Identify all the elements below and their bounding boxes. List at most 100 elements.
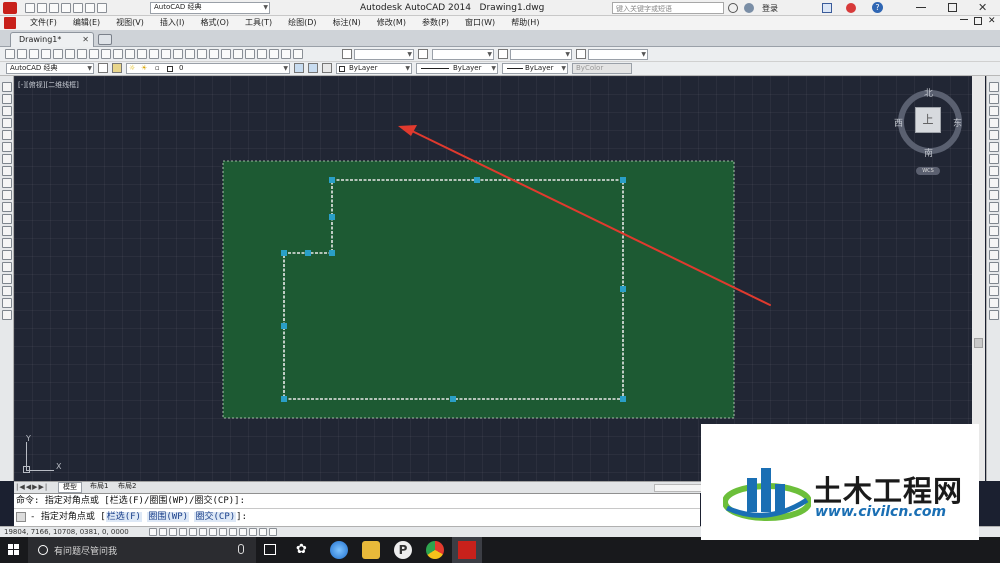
windows-start-icon[interactable] [8,544,20,556]
tab-layout2[interactable]: 布局2 [114,482,140,493]
hatch-icon[interactable] [2,250,12,260]
new-tab-icon[interactable] [98,34,112,45]
open-icon[interactable] [37,3,47,13]
workspace-switcher[interactable]: AutoCAD 经典 ▼ [150,2,270,14]
menu-tools[interactable]: 工具(T) [237,16,280,30]
table-icon[interactable] [2,286,12,296]
vertical-scrollbar[interactable] [972,76,985,481]
qnew-icon[interactable] [5,49,15,59]
layout-nav-arrows[interactable]: |◀◀▶▶| [16,483,48,491]
erase-icon[interactable] [989,82,999,92]
grip[interactable] [281,323,287,329]
circle-icon[interactable] [2,154,12,164]
make-current-layer-icon[interactable] [294,63,304,73]
sc-icon[interactable] [269,528,277,536]
explode-icon[interactable] [989,262,999,272]
layer-previous-icon[interactable] [308,63,318,73]
grip[interactable] [474,177,480,183]
rotate-icon[interactable] [989,154,999,164]
join-icon[interactable] [989,226,999,236]
point-icon[interactable] [2,238,12,248]
ellipse-icon[interactable] [2,190,12,200]
menu-file[interactable]: 文件(F) [22,16,65,30]
grip[interactable] [620,177,626,183]
task-view-icon[interactable] [264,544,276,555]
stretch-icon[interactable] [989,178,999,188]
command-input[interactable]: - 指定对角点或 [栏选(F) 圈围(WP) 圈交(CP)]: [14,509,700,526]
menu-insert[interactable]: 插入(I) [152,16,193,30]
extend-icon[interactable] [989,202,999,212]
browser-globe-icon[interactable] [330,541,348,559]
group-icon[interactable] [989,286,999,296]
menu-parametric[interactable]: 参数(P) [414,16,457,30]
menu-edit[interactable]: 编辑(E) [65,16,108,30]
viewcube-east[interactable]: 东 [953,116,962,129]
region-icon[interactable] [2,274,12,284]
undo-tb-icon[interactable] [149,49,159,59]
linetype-select[interactable]: ByLayer ▼ [416,63,498,74]
exchange-icon[interactable] [822,3,832,13]
menu-modify[interactable]: 修改(M) [369,16,414,30]
save-icon[interactable] [49,3,59,13]
rectangle-icon[interactable] [2,130,12,140]
saveas-icon[interactable] [61,3,71,13]
command-options-icon[interactable] [16,512,26,522]
break-icon[interactable] [989,214,999,224]
redo-icon[interactable] [97,3,107,13]
draworder-icon[interactable] [989,274,999,284]
otrack-icon[interactable] [209,528,217,536]
grip[interactable] [450,396,456,402]
chrome-icon[interactable] [426,541,444,559]
new-icon[interactable] [25,3,35,13]
3d-dwf-icon[interactable] [77,49,87,59]
help-search-input[interactable]: 键入关键字或短语 [612,2,724,14]
line-icon[interactable] [2,82,12,92]
workspace-select[interactable]: AutoCAD 经典 ▼ [6,63,94,74]
redo-tb-icon[interactable] [161,49,171,59]
scale-icon[interactable] [989,166,999,176]
layer-state-icon[interactable] [322,63,332,73]
menu-view[interactable]: 视图(V) [108,16,152,30]
search-icon[interactable] [728,3,738,13]
open-file-icon[interactable] [17,49,27,59]
prompt-option-wpolygon[interactable]: 圈围(WP) [147,512,190,522]
ellipse-arc-icon[interactable] [2,202,12,212]
autocad-logo-icon[interactable] [3,2,17,14]
quickcalc-icon[interactable] [281,49,291,59]
menu-help[interactable]: 帮助(H) [503,16,547,30]
select-icon[interactable] [989,310,999,320]
polar-icon[interactable] [179,528,187,536]
drawing-icon[interactable] [4,17,16,29]
revcloud-icon[interactable] [2,166,12,176]
viewcube-south[interactable]: 南 [924,146,933,159]
insert-block-icon[interactable] [2,214,12,224]
arc-icon[interactable] [2,142,12,152]
grip[interactable] [329,177,335,183]
spline-icon[interactable] [2,178,12,188]
scroll-thumb[interactable] [974,338,983,348]
grip[interactable] [329,214,335,220]
properties-icon[interactable] [221,49,231,59]
polyline-icon[interactable] [2,106,12,116]
osnap-icon[interactable] [189,528,197,536]
fillet-icon[interactable] [989,250,999,260]
cut-icon[interactable] [89,49,99,59]
layer-select[interactable]: ☼ ☀ ▫ 0 ▼ [126,63,290,74]
copy-object-icon[interactable] [989,94,999,104]
coordinates-readout[interactable]: 19804, 7166, 10708, 0381, 0, 0000 [4,528,129,536]
dim-style-select[interactable]: ▼ [432,49,494,60]
prompt-option-fence[interactable]: 栏选(F) [105,512,142,522]
cortana-search-box[interactable]: 有问题尽管问我 [28,537,256,563]
viewcube-top-face[interactable]: 上 [915,107,941,133]
ducs-icon[interactable] [219,528,227,536]
dyn-icon[interactable] [229,528,237,536]
grip[interactable] [620,396,626,402]
file-explorer-icon[interactable] [362,541,380,559]
grid-icon[interactable] [159,528,167,536]
match-prop-icon[interactable] [125,49,135,59]
tab-drawing1[interactable]: Drawing1* ✕ [10,32,94,47]
viewcube-west[interactable]: 西 [894,116,903,129]
ortho-icon[interactable] [169,528,177,536]
add-selected-icon[interactable] [2,310,12,320]
p-app-icon[interactable]: P [394,541,412,559]
